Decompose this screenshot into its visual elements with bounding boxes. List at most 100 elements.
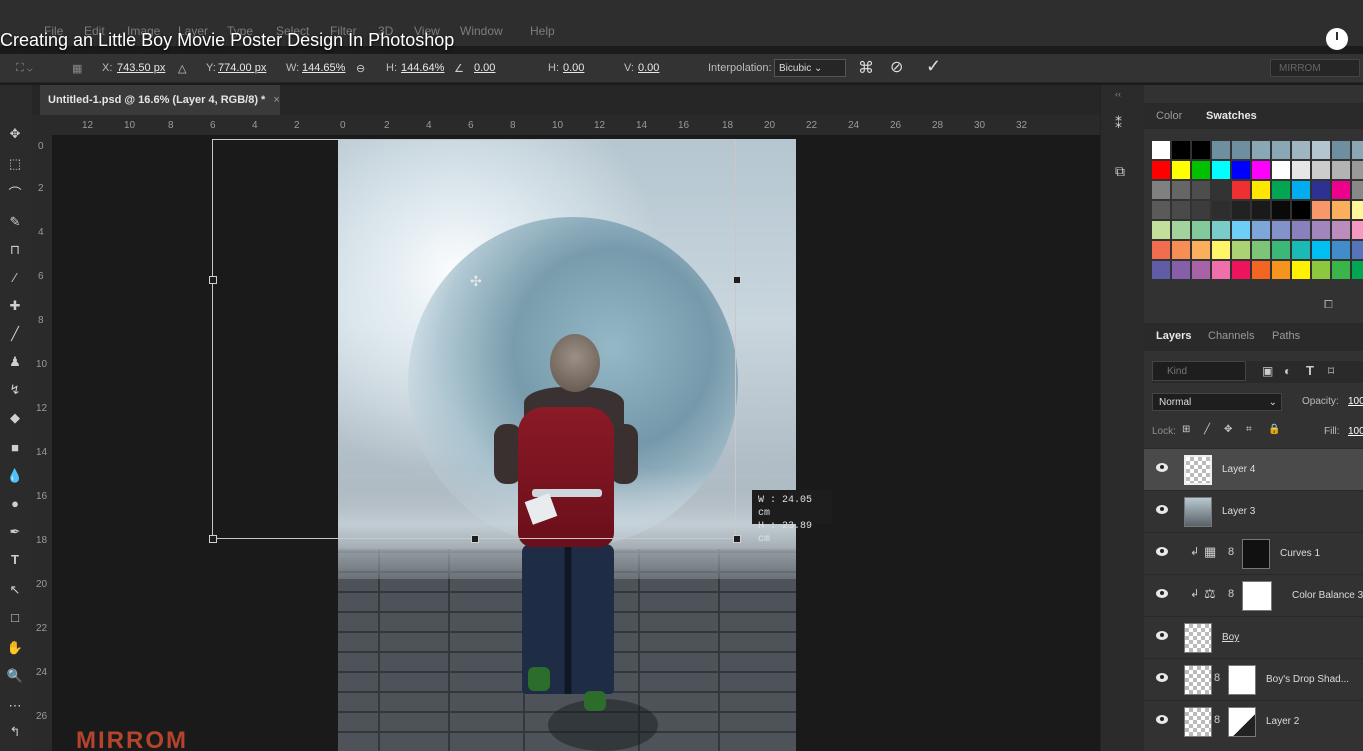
color-swatch[interactable]: [1152, 181, 1170, 199]
vskew-field[interactable]: 0.00: [638, 62, 659, 74]
visibility-eye-icon[interactable]: [1156, 673, 1168, 682]
color-swatch[interactable]: [1172, 221, 1190, 239]
link-icon[interactable]: 8: [1214, 672, 1220, 684]
color-swatch[interactable]: [1232, 241, 1250, 259]
x-field[interactable]: 743.50 px: [117, 62, 165, 74]
move-tool-icon[interactable]: ✥: [6, 127, 24, 141]
kind-filter-select[interactable]: Kind: [1152, 361, 1246, 381]
stamp-tool-icon[interactable]: ♟: [6, 355, 24, 369]
hskew-value[interactable]: 0.00: [563, 62, 584, 74]
transform-handle[interactable]: [209, 535, 217, 543]
color-swatch[interactable]: [1172, 241, 1190, 259]
color-swatch[interactable]: [1252, 141, 1270, 159]
color-swatch[interactable]: [1352, 181, 1363, 199]
color-swatch[interactable]: [1272, 201, 1290, 219]
visibility-eye-icon[interactable]: [1156, 715, 1168, 724]
color-swatch[interactable]: [1272, 261, 1290, 279]
move-tool-icon[interactable]: ⛶ ⌄: [16, 62, 33, 75]
more-tools-icon[interactable]: ⋯: [6, 699, 24, 713]
transform-handle[interactable]: [471, 535, 479, 543]
shape-filter-icon[interactable]: ⌑: [1328, 364, 1334, 378]
layer-row-curves-1[interactable]: ↲ ▦ 8 Curves 1: [1144, 532, 1363, 574]
tab-layers[interactable]: Layers: [1156, 330, 1191, 342]
color-swatch[interactable]: [1232, 221, 1250, 239]
color-swatch[interactable]: [1332, 161, 1350, 179]
layer-name[interactable]: Color Balance 3: [1292, 590, 1363, 601]
color-swatch[interactable]: [1312, 181, 1330, 199]
color-swatch[interactable]: [1272, 161, 1290, 179]
properties-panel-icon[interactable]: ⧉: [1115, 163, 1125, 180]
color-swatch[interactable]: [1192, 201, 1210, 219]
color-swatch[interactable]: [1272, 181, 1290, 199]
hskew-field[interactable]: 0.00: [563, 62, 584, 74]
reference-point-icon[interactable]: ✣: [470, 273, 482, 290]
pen-tool-icon[interactable]: ✒: [6, 525, 24, 539]
reference-point-icon[interactable]: ▦: [72, 62, 82, 75]
color-swatch[interactable]: [1152, 261, 1170, 279]
lock-transparency-icon[interactable]: ⊞: [1182, 424, 1190, 435]
color-swatch[interactable]: [1192, 241, 1210, 259]
vskew-value[interactable]: 0.00: [638, 62, 659, 74]
color-swatch[interactable]: [1152, 161, 1170, 179]
type-tool-icon[interactable]: T: [6, 553, 24, 567]
color-swatch[interactable]: [1232, 201, 1250, 219]
layer-name[interactable]: Boy: [1222, 632, 1239, 643]
color-swatch[interactable]: [1292, 181, 1310, 199]
color-swatch[interactable]: [1212, 181, 1230, 199]
adjustment-filter-icon[interactable]: ◐: [1284, 364, 1291, 378]
color-swatch[interactable]: [1212, 161, 1230, 179]
color-swatch[interactable]: [1292, 141, 1310, 159]
color-swatch[interactable]: [1192, 261, 1210, 279]
zoom-tool-icon[interactable]: 🔍: [6, 669, 24, 683]
color-swatch[interactable]: [1352, 201, 1363, 219]
angle-field[interactable]: 0.00: [474, 62, 495, 74]
visibility-eye-icon[interactable]: [1156, 547, 1168, 556]
fill-value[interactable]: 100: [1348, 426, 1363, 437]
hand-tool-icon[interactable]: ✋: [6, 641, 24, 655]
lock-pixels-icon[interactable]: ╱: [1204, 424, 1210, 435]
lock-all-icon[interactable]: 🔒: [1268, 424, 1280, 435]
color-swatch[interactable]: [1272, 241, 1290, 259]
collapse-icon[interactable]: ‹‹: [1115, 89, 1121, 99]
color-swatch[interactable]: [1352, 141, 1363, 159]
lasso-tool-icon[interactable]: ⌒: [6, 187, 24, 201]
color-swatch[interactable]: [1252, 221, 1270, 239]
layer-name[interactable]: Layer 4: [1222, 464, 1255, 475]
gradient-tool-icon[interactable]: ■: [6, 441, 24, 455]
color-swatch[interactable]: [1172, 201, 1190, 219]
transform-handle[interactable]: [209, 276, 217, 284]
color-swatch[interactable]: [1312, 161, 1330, 179]
canvas-area[interactable]: ✣ W : 24.05 cm H : 23.89 cm MIRROM: [52, 135, 1100, 751]
color-swatch[interactable]: [1332, 261, 1350, 279]
link-icon[interactable]: 8: [1228, 546, 1234, 558]
layer-row-layer-4[interactable]: Layer 4: [1144, 448, 1363, 490]
angle-value[interactable]: 0.00: [474, 62, 495, 74]
interpolation-select[interactable]: Bicubic ⌄: [774, 59, 846, 77]
rectangle-tool-icon[interactable]: □: [6, 611, 24, 625]
color-swatch[interactable]: [1312, 141, 1330, 159]
visibility-eye-icon[interactable]: [1156, 505, 1168, 514]
color-swatch[interactable]: [1172, 161, 1190, 179]
color-swatch[interactable]: [1172, 261, 1190, 279]
visibility-eye-icon[interactable]: [1156, 631, 1168, 640]
color-swatch[interactable]: [1252, 261, 1270, 279]
transform-bounding-box[interactable]: [212, 139, 736, 539]
color-swatch[interactable]: [1152, 141, 1170, 159]
layer-name[interactable]: Layer 2: [1266, 716, 1299, 727]
color-swatch[interactable]: [1152, 221, 1170, 239]
color-swatch[interactable]: [1152, 241, 1170, 259]
color-swatch[interactable]: [1192, 221, 1210, 239]
color-swatch[interactable]: [1252, 181, 1270, 199]
lock-position-icon[interactable]: ✥: [1224, 424, 1232, 435]
commit-transform-icon[interactable]: ✓: [926, 56, 941, 77]
h-field[interactable]: 144.64%: [401, 62, 444, 74]
image-filter-icon[interactable]: ▣: [1262, 364, 1273, 378]
document-tab[interactable]: Untitled-1.psd @ 16.6% (Layer 4, RGB/8) …: [40, 85, 280, 115]
color-swatch[interactable]: [1272, 141, 1290, 159]
color-swatch[interactable]: [1212, 221, 1230, 239]
link-icon[interactable]: 8: [1214, 714, 1220, 726]
color-swatch[interactable]: [1292, 241, 1310, 259]
y-value[interactable]: 774.00 px: [218, 62, 266, 74]
layer-row-layer-3[interactable]: Layer 3: [1144, 490, 1363, 532]
color-swatch[interactable]: [1172, 141, 1190, 159]
